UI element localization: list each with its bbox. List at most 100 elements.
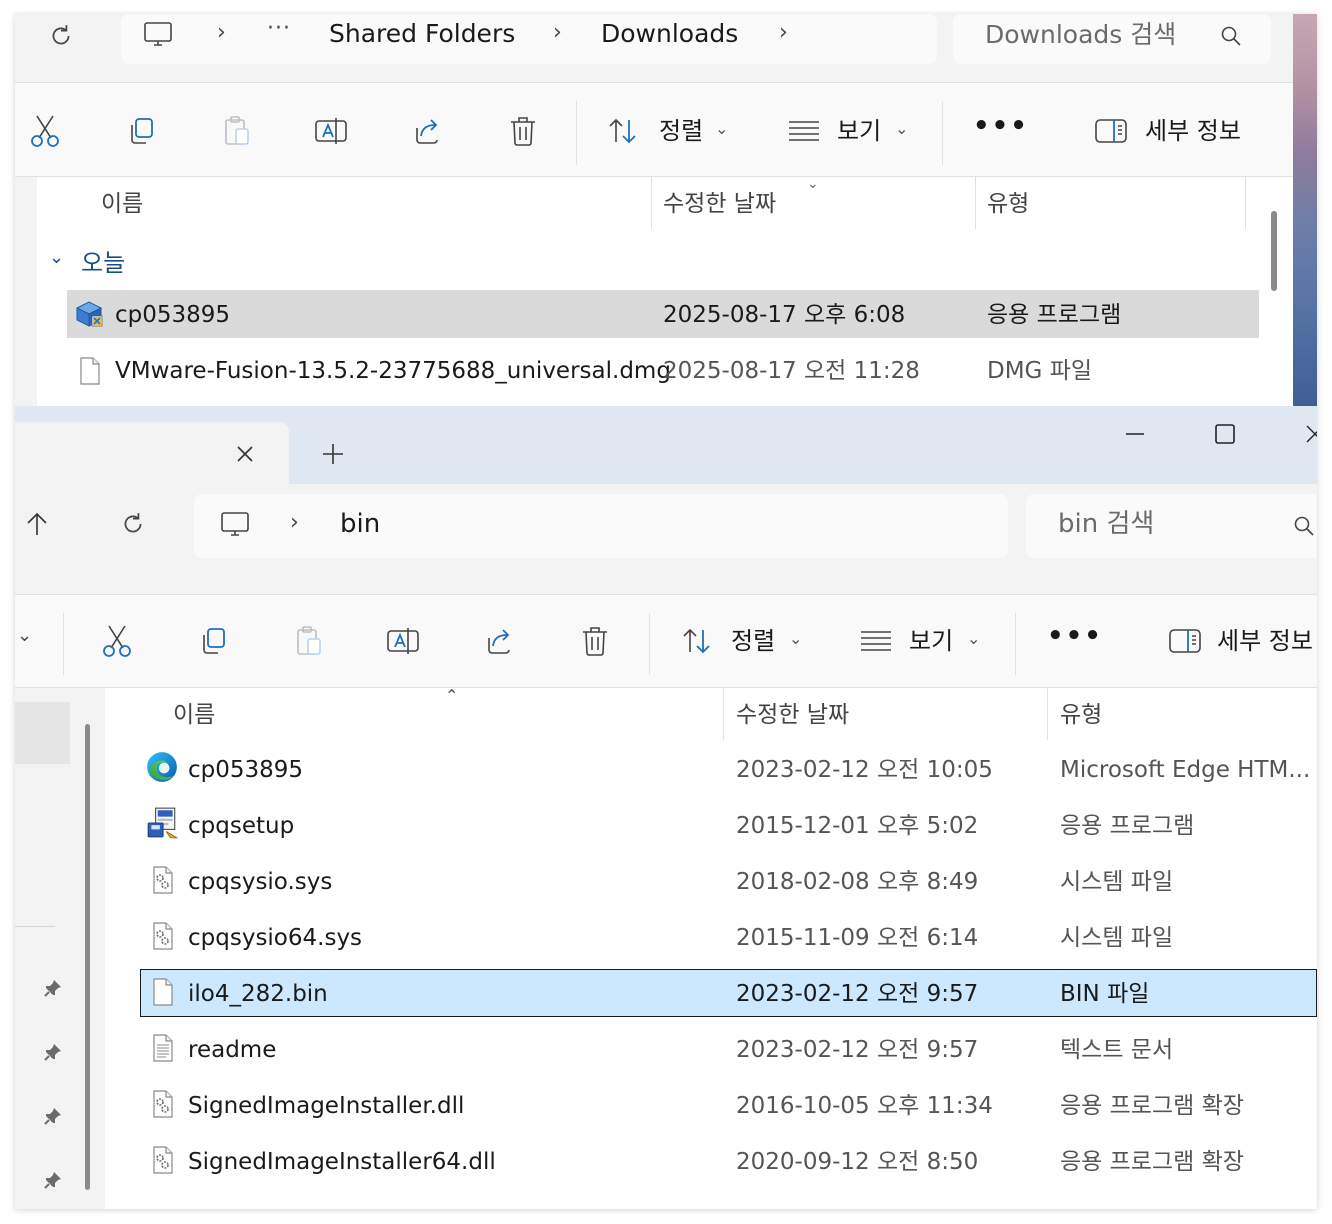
share-icon[interactable]	[481, 623, 517, 659]
column-header-name[interactable]: 이름	[173, 704, 215, 727]
column-header-type[interactable]: 유형	[1060, 704, 1102, 727]
table-row[interactable]: cpqsysio64.sys 2015-11-09 오전 6:14 시스템 파일	[140, 913, 1317, 961]
nav-item-selected[interactable]	[15, 702, 70, 764]
rename-icon[interactable]	[385, 623, 421, 659]
chevron-right-icon[interactable]: ›	[779, 22, 788, 44]
sort-button[interactable]: 정렬 ⌄	[603, 109, 743, 153]
address-bar[interactable]: › bin	[194, 494, 1008, 558]
navigation-bar: › bin bin 검색	[15, 484, 1317, 594]
system-file-icon	[148, 863, 178, 897]
pin-icon	[41, 1104, 65, 1128]
file-type: 시스템 파일	[1060, 925, 1174, 951]
column-divider	[975, 177, 976, 229]
delete-icon[interactable]	[505, 113, 541, 149]
more-options-icon[interactable]: •••	[1047, 623, 1103, 649]
active-tab[interactable]	[15, 422, 289, 484]
file-name: cpqsysio64.sys	[188, 925, 363, 951]
pin-icon	[41, 1040, 65, 1064]
column-header-modified[interactable]: 수정한 날짜	[663, 193, 776, 216]
table-row[interactable]: SignedImageInstaller.dll 2016-10-05 오후 1…	[140, 1081, 1317, 1129]
title-bar	[15, 406, 1317, 484]
copy-icon[interactable]	[123, 113, 159, 149]
address-bar[interactable]: › ··· Shared Folders › Downloads ›	[121, 14, 937, 64]
search-placeholder[interactable]: Downloads 검색	[985, 22, 1181, 47]
edge-icon	[144, 749, 180, 785]
table-row[interactable]: cp053895 2023-02-12 오전 10:05 Microsoft E…	[140, 745, 1317, 793]
refresh-icon[interactable]	[45, 20, 77, 52]
search-placeholder[interactable]: bin 검색	[1058, 511, 1154, 537]
desktop-wallpaper-strip	[1293, 14, 1317, 406]
group-label: 오늘	[81, 249, 126, 277]
screenshot-frame: › ··· Shared Folders › Downloads › Downl…	[15, 14, 1317, 1209]
chevron-right-icon: ›	[290, 510, 299, 535]
search-box[interactable]: bin 검색	[1026, 494, 1317, 558]
refresh-icon[interactable]	[117, 508, 149, 540]
pin-icon	[41, 1168, 65, 1192]
group-header-today[interactable]: ⌄ 오늘	[49, 249, 169, 279]
explorer-window-downloads: › ··· Shared Folders › Downloads › Downl…	[15, 14, 1293, 406]
view-button[interactable]: 보기 ⌄	[785, 109, 915, 153]
file-type: 응용 프로그램 확장	[1060, 1093, 1244, 1119]
breadcrumb-downloads[interactable]: Downloads	[601, 21, 738, 46]
file-name: VMware-Fusion-13.5.2-23775688_universal.…	[115, 358, 671, 384]
column-header-name[interactable]: 이름	[101, 193, 143, 216]
view-button[interactable]: 보기 ⌄	[859, 619, 989, 663]
file-type: 응용 프로그램 확장	[1060, 1149, 1244, 1175]
nav-pane-scrollbar-thumb[interactable]	[85, 724, 90, 1190]
search-icon[interactable]	[1217, 22, 1245, 50]
breadcrumb-bin[interactable]: bin	[340, 511, 380, 537]
file-name: cp053895	[188, 757, 304, 783]
table-row-selected[interactable]: ilo4_282.bin 2023-02-12 오전 9:57 BIN 파일	[140, 969, 1317, 1017]
paste-icon[interactable]	[291, 623, 327, 659]
chevron-down-icon[interactable]: ⌄	[17, 627, 32, 645]
sort-button[interactable]: 정렬 ⌄	[677, 619, 817, 663]
file-type: Microsoft Edge HTM...	[1060, 759, 1310, 782]
file-type: DMG 파일	[987, 358, 1093, 384]
text-file-icon	[148, 1031, 178, 1065]
close-window-icon[interactable]	[1299, 418, 1317, 450]
more-path-icon[interactable]: ···	[267, 18, 291, 40]
cut-icon[interactable]	[99, 623, 135, 659]
cut-icon[interactable]	[27, 113, 63, 149]
this-pc-icon[interactable]	[218, 508, 252, 542]
table-row[interactable]: VMware-Fusion-13.5.2-23775688_universal.…	[67, 346, 1259, 394]
details-pane-icon	[1167, 625, 1203, 657]
table-row[interactable]: cp053895 2025-08-17 오후 6:08 응용 프로그램	[67, 290, 1259, 338]
column-header-modified[interactable]: 수정한 날짜	[736, 704, 849, 727]
file-modified: 2020-09-12 오전 8:50	[736, 1149, 979, 1175]
share-icon[interactable]	[409, 113, 445, 149]
table-row[interactable]: cpqsysio.sys 2018-02-08 오후 8:49 시스템 파일	[140, 857, 1317, 905]
paste-icon[interactable]	[219, 113, 255, 149]
search-box[interactable]: Downloads 검색	[953, 14, 1271, 64]
new-tab-icon[interactable]	[317, 438, 349, 470]
table-row[interactable]: SignedImageInstaller64.dll 2020-09-12 오전…	[140, 1137, 1317, 1185]
sort-ascending-icon: ⌃	[445, 686, 459, 705]
delete-icon[interactable]	[577, 623, 613, 659]
search-icon[interactable]	[1290, 512, 1317, 540]
table-row[interactable]: readme 2023-02-12 오전 9:57 텍스트 문서	[140, 1025, 1317, 1073]
view-label: 보기	[909, 627, 954, 655]
file-modified: 2015-12-01 오후 5:02	[736, 813, 979, 839]
view-list-icon	[859, 625, 893, 655]
maximize-icon[interactable]	[1209, 418, 1241, 450]
details-pane-icon	[1093, 115, 1129, 147]
file-name: ilo4_282.bin	[188, 981, 328, 1007]
column-header-type[interactable]: 유형	[987, 193, 1029, 216]
file-name: cp053895	[115, 302, 231, 328]
file-name: cpqsetup	[188, 813, 295, 839]
rename-icon[interactable]	[313, 113, 349, 149]
copy-icon[interactable]	[195, 623, 231, 659]
breadcrumb-shared-folders[interactable]: Shared Folders	[329, 21, 515, 46]
minimize-icon[interactable]	[1119, 418, 1151, 450]
table-row[interactable]: cpqsetup 2015-12-01 오후 5:02 응용 프로그램	[140, 801, 1317, 849]
vertical-scrollbar-thumb[interactable]	[1271, 211, 1277, 291]
up-arrow-icon[interactable]	[21, 508, 53, 540]
file-modified: 2015-11-09 오전 6:14	[736, 925, 979, 951]
details-pane-button[interactable]: 세부 정보	[1167, 619, 1317, 663]
installer-icon	[71, 296, 107, 332]
more-options-icon[interactable]: •••	[973, 113, 1029, 139]
details-pane-button[interactable]: 세부 정보	[1093, 109, 1283, 153]
close-tab-icon[interactable]	[229, 438, 261, 470]
this-pc-icon[interactable]	[141, 18, 175, 52]
sort-label: 정렬	[659, 117, 704, 145]
